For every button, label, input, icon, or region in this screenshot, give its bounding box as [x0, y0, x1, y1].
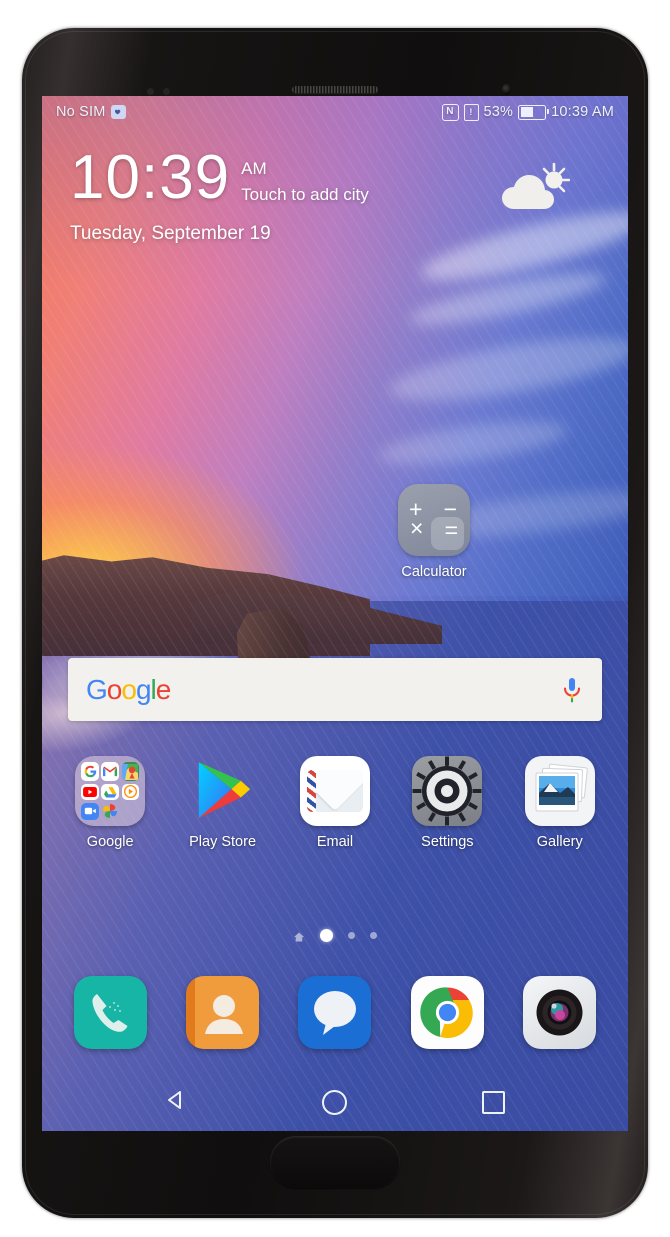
youtube-icon	[81, 783, 99, 801]
chrome-icon[interactable]	[410, 976, 484, 1049]
status-clock: 10:39 AM	[551, 104, 614, 120]
gallery-icon[interactable]	[524, 756, 595, 826]
partly-cloudy-icon[interactable]	[498, 162, 571, 218]
google-logo-letter: G	[86, 673, 108, 705]
settings-gear-icon[interactable]	[412, 756, 483, 826]
navigation-bar	[42, 1073, 628, 1131]
phone-device: No SIM N ! 53% 10:39 AM 10:39 AM Touch t…	[22, 28, 648, 1218]
google-search-icon	[81, 762, 99, 782]
play-store-icon[interactable]	[188, 756, 258, 826]
earpiece-speaker	[292, 86, 378, 93]
gmail-icon	[101, 762, 120, 782]
google-logo: Google	[86, 673, 172, 706]
dock	[54, 976, 616, 1049]
app-shortcut-email[interactable]: Email	[285, 756, 385, 850]
clock-time: 10:39	[70, 143, 231, 212]
photos-icon	[101, 803, 119, 820]
add-city-prompt[interactable]: Touch to add city	[241, 185, 369, 205]
app-shortcut-google-folder[interactable]: Google	[60, 756, 160, 850]
app-shortcut-gallery[interactable]: Gallery	[510, 756, 610, 850]
page-dot-active[interactable]	[320, 929, 333, 942]
app-shortcut-settings[interactable]: Settings	[397, 756, 497, 850]
microphone-icon[interactable]	[560, 677, 584, 703]
app-label-email: Email	[316, 834, 354, 850]
google-logo-letter: o	[121, 673, 137, 705]
clock-date: Tuesday, September 19	[70, 222, 271, 244]
calculator-equals-glyph: =	[444, 517, 458, 543]
camera-icon[interactable]	[523, 976, 597, 1049]
messages-icon[interactable]	[298, 976, 372, 1049]
google-logo-letter: o	[106, 673, 123, 705]
app-shortcut-play-store[interactable]: Play Store	[173, 756, 273, 850]
app-label-play-store: Play Store	[189, 834, 257, 850]
calculator-times-glyph: ×	[410, 515, 424, 541]
play-music-icon	[121, 783, 140, 801]
page-dot[interactable]	[348, 932, 355, 939]
google-logo-letter: g	[135, 673, 152, 705]
light-sensor	[163, 88, 170, 95]
alert-icon: !	[463, 103, 479, 121]
drive-icon	[101, 783, 120, 801]
nfc-icon: N	[441, 103, 459, 121]
envelope-airmail-stripes	[306, 770, 316, 812]
page-dot[interactable]	[370, 932, 377, 939]
app-grid-row: Google Play Store Email Settings Gallery	[54, 756, 616, 850]
app-shortcut-calculator[interactable]: + − × = Calculator	[386, 484, 482, 580]
phone-icon[interactable]	[73, 976, 147, 1049]
back-triangle-icon[interactable]	[165, 1089, 187, 1116]
app-label-settings: Settings	[421, 834, 474, 850]
battery-icon	[518, 104, 550, 120]
contacts-icon[interactable]	[186, 976, 260, 1049]
email-icon[interactable]	[299, 756, 370, 826]
clock-ampm: AM	[241, 159, 267, 178]
app-label-google: Google	[86, 834, 134, 850]
proximity-sensor	[147, 88, 154, 95]
status-bar[interactable]: No SIM N ! 53% 10:39 AM	[42, 96, 628, 128]
google-search-bar[interactable]: Google	[68, 658, 602, 721]
fingerprint-sensor[interactable]	[270, 1136, 400, 1188]
carrier-label: No SIM	[56, 104, 106, 120]
battery-percent-label: 53%	[483, 104, 514, 120]
app-label-calculator: Calculator	[401, 564, 467, 580]
calculator-icon[interactable]: + − × =	[398, 484, 470, 556]
recents-square-icon[interactable]	[481, 1090, 505, 1114]
page-indicator[interactable]	[42, 929, 628, 942]
sim-card-icon	[110, 105, 126, 119]
home-circle-icon[interactable]	[321, 1089, 347, 1115]
google-folder-icon[interactable]	[75, 756, 146, 826]
maps-icon	[121, 762, 140, 782]
google-logo-letter: e	[155, 673, 172, 705]
clock-weather-widget[interactable]: 10:39 AM Touch to add city Tuesday, Sept…	[70, 143, 604, 245]
page-dot-home[interactable]	[293, 930, 305, 942]
phone-screen: No SIM N ! 53% 10:39 AM 10:39 AM Touch t…	[42, 96, 628, 1131]
app-label-gallery: Gallery	[536, 834, 583, 850]
front-camera	[502, 84, 511, 95]
duo-icon	[81, 802, 99, 820]
